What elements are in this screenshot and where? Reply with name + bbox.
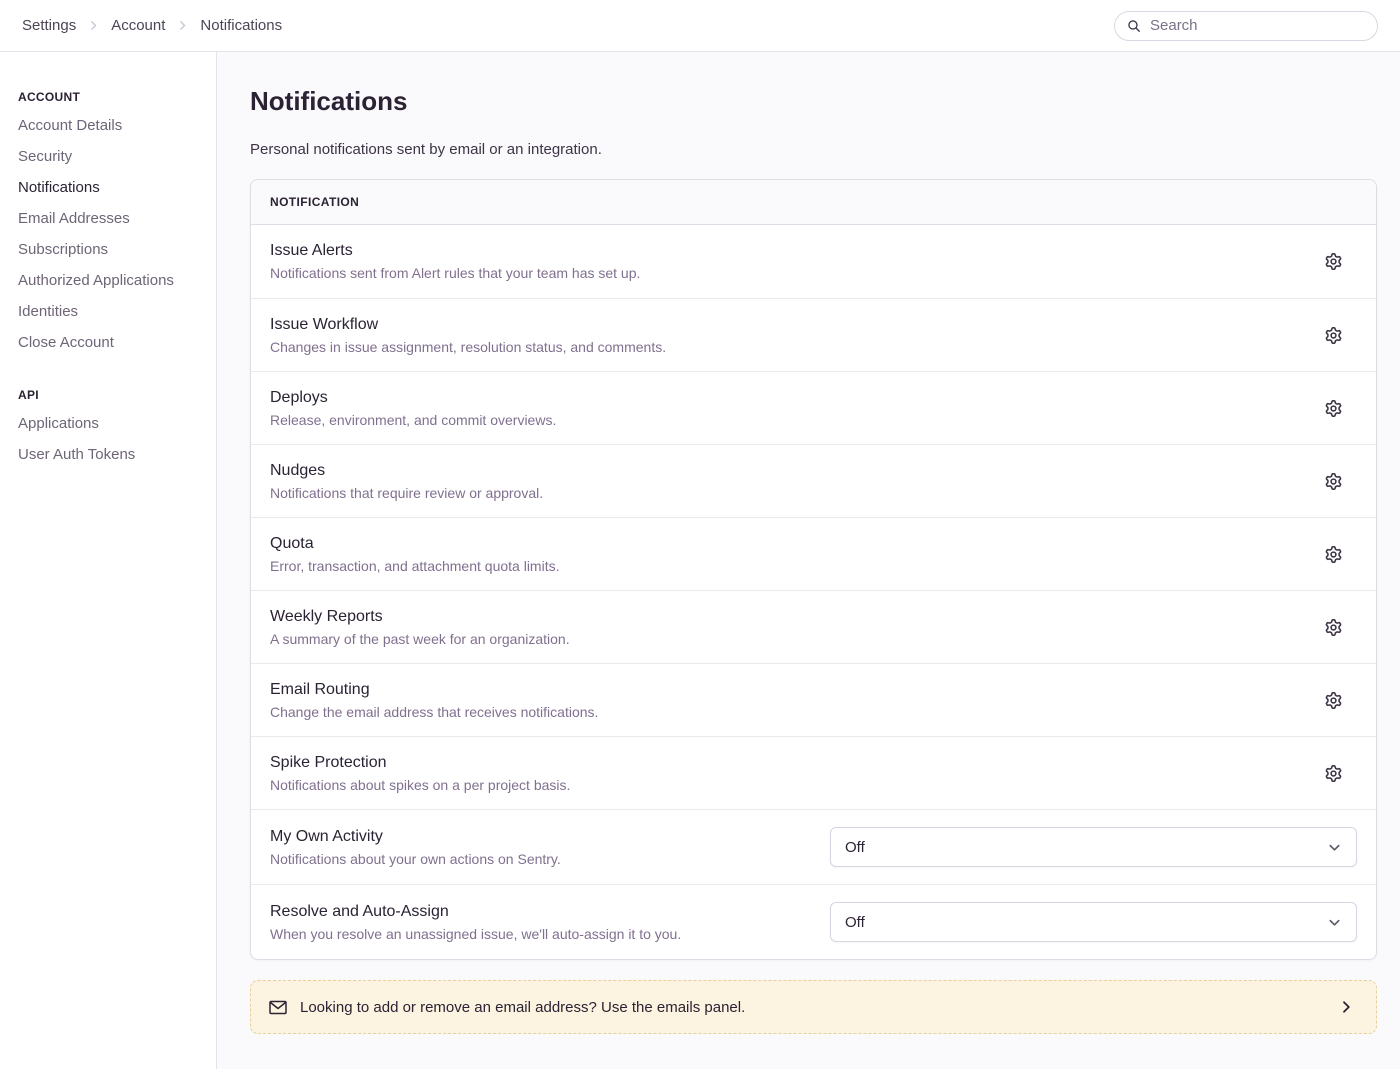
sidebar-item-security[interactable]: Security — [18, 141, 204, 172]
row-text: Weekly Reports A summary of the past week… — [270, 608, 1319, 647]
notification-settings-button[interactable] — [1319, 759, 1348, 788]
row-title: Deploys — [270, 389, 1299, 407]
gear-icon — [1325, 546, 1342, 563]
panel-header: NOTIFICATION — [251, 180, 1376, 225]
breadcrumb-item[interactable]: Notifications — [200, 17, 282, 34]
row-title: Nudges — [270, 462, 1299, 480]
gear-icon — [1325, 473, 1342, 490]
search-input[interactable] — [1148, 16, 1365, 35]
notification-settings-button[interactable] — [1319, 321, 1348, 350]
chevron-down-icon — [1327, 915, 1342, 930]
notification-panel: NOTIFICATION Issue Alerts Notifications s… — [250, 179, 1377, 960]
search-box[interactable] — [1114, 11, 1378, 41]
row-description: Notifications that require review or app… — [270, 485, 1299, 501]
row-description: Changes in issue assignment, resolution … — [270, 339, 1299, 355]
notification-settings-button[interactable] — [1319, 394, 1348, 423]
notification-row: Quota Error, transaction, and attachment … — [251, 517, 1376, 590]
chevron-right-icon — [87, 19, 100, 32]
chevron-right-icon — [1338, 999, 1354, 1015]
sidebar-section: APIApplicationsUser Auth Tokens — [18, 382, 204, 470]
alert-open-button[interactable] — [1334, 995, 1358, 1019]
notification-row: My Own Activity Notifications about your … — [251, 809, 1376, 884]
gear-icon — [1325, 327, 1342, 344]
sidebar-item-email-addresses[interactable]: Email Addresses — [18, 203, 204, 234]
sidebar-section: ACCOUNTAccount DetailsSecurityNotificati… — [18, 84, 204, 358]
chevron-down-icon — [1327, 840, 1342, 855]
gear-icon — [1325, 253, 1342, 270]
row-description: When you resolve an unassigned issue, we… — [270, 926, 810, 942]
row-description: Notifications about spikes on a per proj… — [270, 777, 1299, 793]
row-text: My Own Activity Notifications about your … — [270, 828, 830, 867]
sidebar-item-subscriptions[interactable]: Subscriptions — [18, 234, 204, 265]
sidebar-item-close-account[interactable]: Close Account — [18, 327, 204, 358]
sidebar-item-account-details[interactable]: Account Details — [18, 110, 204, 141]
notification-row: Weekly Reports A summary of the past week… — [251, 590, 1376, 663]
sidebar-item-authorized-applications[interactable]: Authorized Applications — [18, 265, 204, 296]
row-title: Resolve and Auto-Assign — [270, 903, 810, 921]
sidebar-item-applications[interactable]: Applications — [18, 408, 204, 439]
panel-body: Issue Alerts Notifications sent from Aler… — [251, 225, 1376, 959]
row-description: Notifications sent from Alert rules that… — [270, 265, 1299, 281]
row-text: Nudges Notifications that require review … — [270, 462, 1319, 501]
select-value: Off — [845, 839, 865, 856]
row-title: Issue Workflow — [270, 316, 1299, 334]
notification-row: Resolve and Auto-Assign When you resolve … — [251, 884, 1376, 959]
notification-row: Nudges Notifications that require review … — [251, 444, 1376, 517]
row-title: Email Routing — [270, 681, 1299, 699]
row-text: Email Routing Change the email address th… — [270, 681, 1319, 720]
row-description: Change the email address that receives n… — [270, 704, 1299, 720]
gear-icon — [1325, 765, 1342, 782]
notification-settings-button[interactable] — [1319, 613, 1348, 642]
row-text: Issue Workflow Changes in issue assignmen… — [270, 316, 1319, 355]
emails-alert[interactable]: Looking to add or remove an email addres… — [250, 980, 1377, 1034]
notification-select[interactable]: Off — [830, 827, 1357, 867]
notification-row: Issue Alerts Notifications sent from Aler… — [251, 225, 1376, 298]
gear-icon — [1325, 619, 1342, 636]
notification-row: Issue Workflow Changes in issue assignmen… — [251, 298, 1376, 371]
notification-settings-button[interactable] — [1319, 247, 1348, 276]
notification-row: Deploys Release, environment, and commit … — [251, 371, 1376, 444]
notification-settings-button[interactable] — [1319, 686, 1348, 715]
sidebar-section-header: ACCOUNT — [18, 84, 204, 110]
row-title: Weekly Reports — [270, 608, 1299, 626]
alert-text: Looking to add or remove an email addres… — [300, 999, 745, 1016]
sidebar-item-identities[interactable]: Identities — [18, 296, 204, 327]
row-text: Resolve and Auto-Assign When you resolve … — [270, 903, 830, 942]
select-value: Off — [845, 914, 865, 931]
breadcrumb-item[interactable]: Account — [111, 17, 165, 34]
row-description: Notifications about your own actions on … — [270, 851, 810, 867]
row-description: A summary of the past week for an organi… — [270, 631, 1299, 647]
sidebar-section-header: API — [18, 382, 204, 408]
row-description: Error, transaction, and attachment quota… — [270, 558, 1299, 574]
row-description: Release, environment, and commit overvie… — [270, 412, 1299, 428]
row-text: Deploys Release, environment, and commit … — [270, 389, 1319, 428]
row-title: Issue Alerts — [270, 242, 1299, 260]
page-title: Notifications — [250, 86, 1377, 117]
notification-select[interactable]: Off — [830, 902, 1357, 942]
row-title: Spike Protection — [270, 754, 1299, 772]
envelope-icon — [269, 1000, 287, 1015]
breadcrumb-item[interactable]: Settings — [22, 17, 76, 34]
notification-settings-button[interactable] — [1319, 467, 1348, 496]
row-title: My Own Activity — [270, 828, 810, 846]
chevron-right-icon — [176, 19, 189, 32]
breadcrumb: Settings Account Notifications — [22, 17, 282, 34]
sidebar-item-notifications[interactable]: Notifications — [18, 172, 204, 203]
notification-row: Email Routing Change the email address th… — [251, 663, 1376, 736]
gear-icon — [1325, 692, 1342, 709]
settings-sidebar: ACCOUNTAccount DetailsSecurityNotificati… — [0, 52, 217, 1069]
row-text: Spike Protection Notifications about spik… — [270, 754, 1319, 793]
search-icon — [1127, 19, 1141, 33]
gear-icon — [1325, 400, 1342, 417]
notification-row: Spike Protection Notifications about spik… — [251, 736, 1376, 809]
row-title: Quota — [270, 535, 1299, 553]
row-text: Quota Error, transaction, and attachment … — [270, 535, 1319, 574]
main-content: Notifications Personal notifications sen… — [217, 52, 1400, 1069]
sidebar-item-user-auth-tokens[interactable]: User Auth Tokens — [18, 439, 204, 470]
page-subtitle: Personal notifications sent by email or … — [250, 141, 1377, 158]
notification-settings-button[interactable] — [1319, 540, 1348, 569]
top-bar: Settings Account Notifications — [0, 0, 1400, 52]
row-text: Issue Alerts Notifications sent from Aler… — [270, 242, 1319, 281]
